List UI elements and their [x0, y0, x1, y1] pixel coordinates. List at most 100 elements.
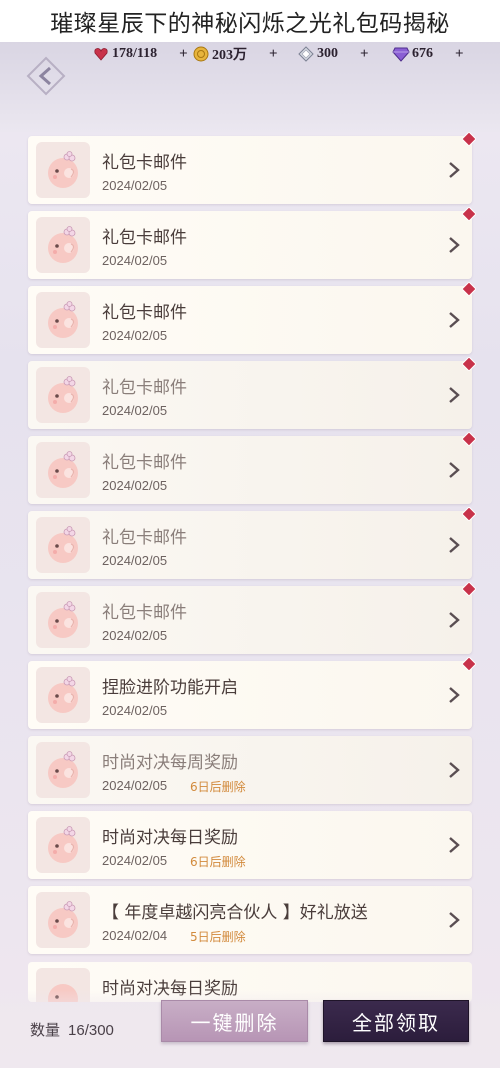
mail-date: 2024/02/04 — [102, 928, 168, 943]
chevron-right-icon — [449, 687, 460, 703]
back-arrow-icon — [26, 56, 66, 96]
mail-item[interactable]: 礼包卡邮件 2024/02/05 — [28, 132, 476, 204]
chevron-right-icon — [449, 162, 460, 178]
claim-all-button[interactable]: 全部领取 — [323, 1000, 469, 1042]
pink-mascot-icon — [48, 901, 78, 938]
chevron-right-icon — [449, 762, 460, 778]
gold-coin-icon — [192, 45, 210, 63]
mail-date: 2024/02/05 — [102, 253, 168, 268]
mail-item[interactable]: 时尚对决每周奖励 2024/02/05 6日后删除 — [28, 736, 472, 804]
mail-avatar — [36, 892, 90, 948]
mail-title: 捏脸进阶功能开启 — [102, 678, 238, 698]
add-purple-diamond-button[interactable]: + — [455, 46, 464, 63]
mail-title: 礼包卡邮件 — [102, 153, 187, 173]
mail-title: 礼包卡邮件 — [102, 303, 187, 323]
mail-avatar — [36, 742, 90, 798]
gold-counter: 203万 + — [192, 44, 297, 64]
mail-title: 礼包卡邮件 — [102, 378, 187, 398]
mail-title: 时尚对决每日奖励 — [102, 828, 238, 848]
pink-mascot-icon — [48, 826, 78, 863]
delete-all-button[interactable]: 一键删除 — [161, 1000, 308, 1042]
mail-list: 礼包卡邮件 2024/02/05 礼包卡邮件 2024/02/05 礼包卡邮件 … — [28, 132, 476, 961]
mail-item[interactable]: 捏脸进阶功能开启 2024/02/05 — [28, 657, 476, 729]
mail-expire-text: 6日后删除 — [190, 855, 246, 869]
mail-item[interactable]: 礼包卡邮件 2024/02/05 — [28, 432, 476, 504]
heart-gem-icon — [92, 45, 110, 63]
mail-avatar — [36, 517, 90, 573]
mail-avatar — [36, 817, 90, 873]
pink-mascot-icon — [48, 526, 78, 563]
mail-count-value: 16/300 — [68, 1022, 114, 1039]
unread-badge-icon — [462, 432, 476, 446]
unread-badge-icon — [462, 282, 476, 296]
chevron-right-icon — [449, 612, 460, 628]
gold-value: 203万 — [212, 48, 247, 63]
pink-mascot-icon — [48, 751, 78, 788]
mail-title: 【 年度卓越闪亮合伙人 】好礼放送 — [102, 903, 368, 923]
mail-item[interactable]: 礼包卡邮件 2024/02/05 — [28, 282, 476, 354]
pink-mascot-icon — [48, 451, 78, 488]
mail-expire-text: 6日后删除 — [190, 780, 246, 794]
currency-bar: 178/118 + 203万 + 300 + 676 + — [92, 44, 492, 64]
mail-date: 2024/02/05 — [102, 328, 168, 343]
page-headline: 璀璨星辰下的神秘闪烁之光礼包码揭秘 — [0, 0, 500, 42]
pink-mascot-icon — [48, 151, 78, 188]
silver-diamond-icon — [297, 45, 315, 63]
mail-item[interactable]: 礼包卡邮件 2024/02/05 — [28, 582, 476, 654]
mail-title: 时尚对决每周奖励 — [102, 753, 238, 773]
unread-badge-icon — [462, 582, 476, 596]
mail-date: 2024/02/05 — [102, 853, 168, 868]
mail-avatar — [36, 292, 90, 348]
pink-mascot-icon — [48, 301, 78, 338]
mail-expire-text: 5日后删除 — [190, 930, 246, 944]
chevron-right-icon — [449, 837, 460, 853]
chevron-right-icon — [449, 312, 460, 328]
mail-item[interactable]: 礼包卡邮件 2024/02/05 — [28, 507, 476, 579]
stamina-value: 178/118 — [112, 46, 158, 61]
pink-mascot-icon — [48, 376, 78, 413]
mail-date: 2024/02/05 — [102, 403, 168, 418]
chevron-right-icon — [449, 912, 460, 928]
add-gold-button[interactable]: + — [269, 46, 278, 63]
pink-mascot-icon — [48, 676, 78, 713]
chevron-right-icon — [449, 462, 460, 478]
add-stamina-button[interactable]: + — [179, 46, 188, 63]
mail-date: 2024/02/05 — [102, 553, 168, 568]
unread-badge-icon — [462, 132, 476, 146]
mail-title: 礼包卡邮件 — [102, 528, 187, 548]
mail-title: 礼包卡邮件 — [102, 228, 187, 248]
mail-avatar — [36, 367, 90, 423]
mail-count: 数量 16/300 — [30, 1019, 114, 1040]
purple-diamond-value: 676 — [412, 46, 433, 61]
mail-avatar — [36, 592, 90, 648]
mail-item[interactable]: 礼包卡邮件 2024/02/05 — [28, 357, 476, 429]
chevron-right-icon — [449, 237, 460, 253]
unread-badge-icon — [462, 207, 476, 221]
mail-date: 2024/02/05 — [102, 478, 168, 493]
unread-badge-icon — [462, 507, 476, 521]
chevron-right-icon — [449, 387, 460, 403]
mail-avatar — [36, 217, 90, 273]
mail-item[interactable]: 礼包卡邮件 2024/02/05 — [28, 207, 476, 279]
mail-avatar — [36, 442, 90, 498]
silver-diamond-counter: 300 + — [297, 44, 392, 64]
mail-item[interactable]: 【 年度卓越闪亮合伙人 】好礼放送 2024/02/04 5日后删除 — [28, 886, 472, 954]
mail-date: 2024/02/05 — [102, 778, 168, 793]
back-button[interactable] — [22, 52, 70, 100]
pink-mascot-icon — [48, 226, 78, 263]
mail-date: 2024/02/05 — [102, 178, 168, 193]
mail-avatar — [36, 142, 90, 198]
unread-badge-icon — [462, 357, 476, 371]
mail-title: 礼包卡邮件 — [102, 453, 187, 473]
mail-count-label: 数量 — [30, 1021, 61, 1039]
mail-date: 2024/02/05 — [102, 628, 168, 643]
mail-avatar — [36, 667, 90, 723]
mail-title: 礼包卡邮件 — [102, 603, 187, 623]
stamina-counter: 178/118 + — [92, 44, 192, 64]
chevron-right-icon — [449, 537, 460, 553]
purple-diamond-counter: 676 + — [392, 44, 492, 64]
pink-mascot-icon — [48, 601, 78, 638]
mail-date: 2024/02/05 — [102, 703, 168, 718]
mail-item[interactable]: 时尚对决每日奖励 2024/02/05 6日后删除 — [28, 811, 472, 879]
add-silver-diamond-button[interactable]: + — [360, 46, 369, 63]
